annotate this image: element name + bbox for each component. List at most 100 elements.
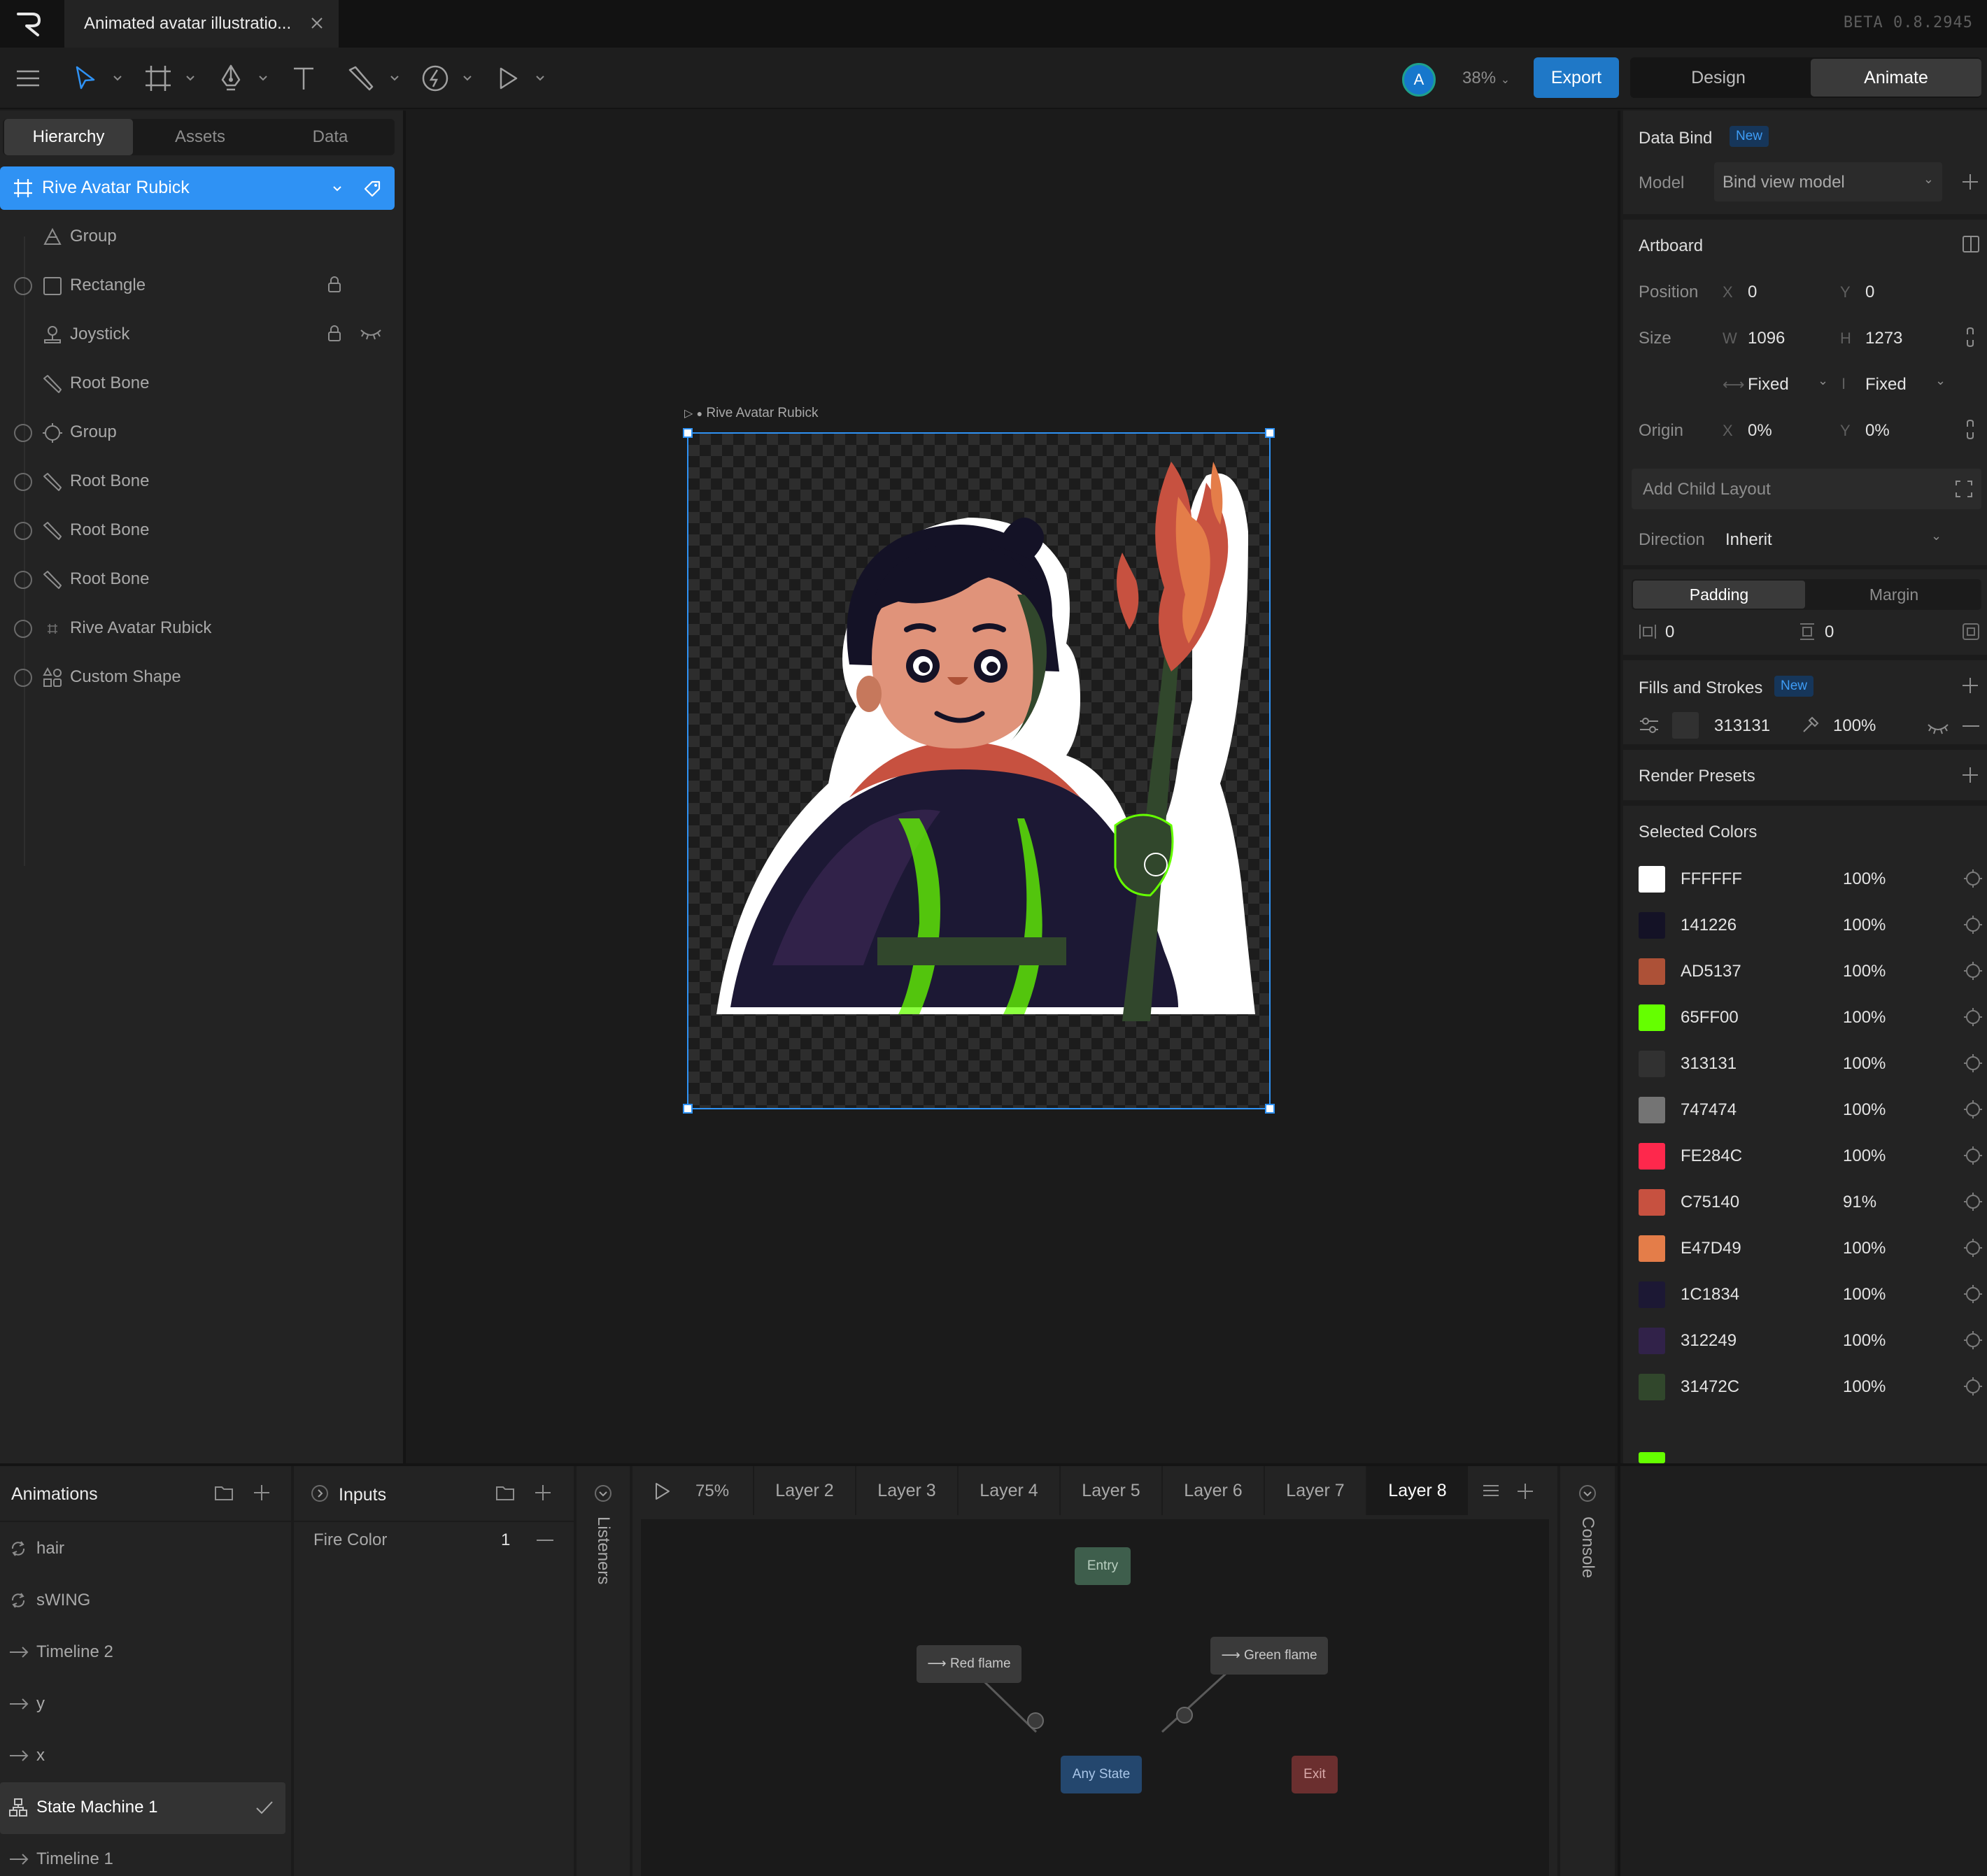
model-select[interactable]: Bind view model ⌄ xyxy=(1714,162,1942,201)
selected-color-row[interactable]: 31472C 100% xyxy=(1623,1364,1987,1410)
adjust-icon[interactable] xyxy=(1639,716,1660,734)
target-icon[interactable] xyxy=(1963,1007,1983,1027)
color-swatch[interactable] xyxy=(1639,866,1665,893)
origin-y-input[interactable]: 0% xyxy=(1865,421,1890,441)
add-icon[interactable] xyxy=(1960,765,1980,785)
color-swatch[interactable] xyxy=(1639,1189,1665,1216)
color-hex[interactable]: 312249 xyxy=(1681,1331,1737,1351)
expand-toggle[interactable] xyxy=(14,620,32,638)
rive-logo-icon[interactable] xyxy=(14,10,45,38)
expand-toggle[interactable] xyxy=(14,473,32,491)
chevron-down-icon[interactable] xyxy=(332,183,343,194)
color-hex[interactable]: E47D49 xyxy=(1681,1239,1741,1258)
expand-toggle[interactable] xyxy=(14,424,32,442)
target-icon[interactable] xyxy=(1963,915,1983,935)
hierarchy-item[interactable]: Root Bone xyxy=(0,457,395,506)
expand-toggle[interactable] xyxy=(14,571,32,589)
lock-icon[interactable] xyxy=(326,325,343,343)
color-opacity[interactable]: 100% xyxy=(1843,869,1886,889)
selected-color-row[interactable]: FE284C 100% xyxy=(1623,1133,1987,1179)
event-tool-icon[interactable] xyxy=(420,63,451,94)
color-hex[interactable]: 747474 xyxy=(1681,1100,1737,1120)
selected-color-row[interactable]: FFFFFF 100% xyxy=(1623,856,1987,902)
entry-node[interactable]: Entry xyxy=(1075,1547,1131,1585)
resize-handle[interactable] xyxy=(1265,428,1275,438)
color-opacity[interactable]: 100% xyxy=(1843,1008,1886,1028)
color-opacity[interactable]: 100% xyxy=(1843,1239,1886,1258)
selected-color-row[interactable]: AD5137 100% xyxy=(1623,948,1987,995)
color-hex[interactable]: FE284C xyxy=(1681,1146,1742,1166)
color-swatch[interactable] xyxy=(1639,1374,1665,1400)
color-opacity[interactable]: 100% xyxy=(1843,1146,1886,1166)
selected-color-row[interactable]: C75140 91% xyxy=(1623,1179,1987,1225)
color-swatch[interactable] xyxy=(1639,1143,1665,1170)
fill-opacity-input[interactable]: 100% xyxy=(1833,716,1876,736)
tab-assets[interactable]: Assets xyxy=(136,119,264,155)
folder-icon[interactable] xyxy=(495,1484,515,1501)
target-icon[interactable] xyxy=(1963,1192,1983,1211)
padding-individual-icon[interactable] xyxy=(1962,623,1980,641)
hierarchy-item[interactable]: Rectangle xyxy=(0,262,395,311)
exit-node[interactable]: Exit xyxy=(1292,1756,1338,1793)
resize-handle[interactable] xyxy=(683,1104,693,1114)
padding-vertical-input[interactable]: 0 xyxy=(1825,623,1834,642)
export-button[interactable]: Export xyxy=(1534,57,1619,98)
hierarchy-item[interactable]: Joystick xyxy=(0,311,395,360)
width-input[interactable]: 1096 xyxy=(1748,329,1785,348)
target-icon[interactable] xyxy=(1963,1377,1983,1396)
eyedropper-icon[interactable] xyxy=(1801,716,1819,734)
artboard-tool-icon[interactable] xyxy=(143,63,174,94)
expand-toggle[interactable] xyxy=(14,669,32,687)
remove-icon[interactable] xyxy=(536,1539,554,1542)
hierarchy-item[interactable]: Root Bone xyxy=(0,506,395,555)
hierarchy-item[interactable]: Root Bone xyxy=(0,360,395,408)
tab-layer-6[interactable]: Layer 6 xyxy=(1161,1466,1264,1515)
tab-layer-3[interactable]: Layer 3 xyxy=(855,1466,957,1515)
chevron-right-icon[interactable] xyxy=(311,1484,329,1502)
position-x-input[interactable]: 0 xyxy=(1748,283,1757,302)
chevron-down-icon[interactable] xyxy=(257,73,269,84)
chevron-down-icon[interactable]: ⌄ xyxy=(1818,374,1828,388)
hidden-eye-icon[interactable] xyxy=(1927,720,1949,736)
link-icon[interactable] xyxy=(1965,326,1976,348)
target-icon[interactable] xyxy=(1963,1238,1983,1258)
color-opacity[interactable]: 100% xyxy=(1843,1377,1886,1397)
animation-item[interactable]: Timeline 2 xyxy=(0,1627,291,1679)
tab-layer-2[interactable]: Layer 2 xyxy=(753,1466,855,1515)
tab-layer-7[interactable]: Layer 7 xyxy=(1264,1466,1366,1515)
selected-color-row[interactable]: 747474 100% xyxy=(1623,1087,1987,1133)
height-input[interactable]: 1273 xyxy=(1865,329,1902,348)
selected-color-row[interactable]: 312249 100% xyxy=(1623,1318,1987,1364)
color-opacity[interactable]: 100% xyxy=(1843,1331,1886,1351)
artboard-title[interactable]: ▷ ● Rive Avatar Rubick xyxy=(684,406,819,421)
origin-x-input[interactable]: 0% xyxy=(1748,421,1772,441)
chevron-down-icon[interactable]: ⌄ xyxy=(1935,374,1946,388)
selected-color-row[interactable]: 313131 100% xyxy=(1623,1041,1987,1087)
hierarchy-item[interactable]: Rive Avatar Rubick xyxy=(0,604,395,653)
tab-layer-4[interactable]: Layer 4 xyxy=(957,1466,1059,1515)
padding-horizontal-input[interactable]: 0 xyxy=(1665,623,1674,642)
console-panel[interactable]: Console xyxy=(1560,1466,1615,1876)
color-opacity[interactable]: 100% xyxy=(1843,1285,1886,1305)
zoom-dropdown[interactable]: 38% ⌄ xyxy=(1462,69,1510,88)
color-opacity[interactable]: 100% xyxy=(1843,916,1886,935)
user-avatar[interactable]: A xyxy=(1402,63,1436,97)
resize-handle[interactable] xyxy=(683,428,693,438)
color-swatch[interactable] xyxy=(1639,1051,1665,1077)
target-icon[interactable] xyxy=(1963,1100,1983,1119)
state-machine-graph[interactable]: Entry ⟶ Red flame ⟶ Green flame Any Stat… xyxy=(641,1519,1549,1876)
add-icon[interactable] xyxy=(1515,1481,1535,1501)
link-icon[interactable] xyxy=(1965,418,1976,441)
lock-icon[interactable] xyxy=(326,276,343,294)
color-opacity[interactable]: 100% xyxy=(1843,962,1886,981)
layout-panel-icon[interactable] xyxy=(1962,235,1980,253)
color-hex[interactable]: 141226 xyxy=(1681,916,1737,935)
color-swatch[interactable] xyxy=(1639,1281,1665,1308)
add-icon[interactable] xyxy=(1960,676,1980,695)
hierarchy-item[interactable]: Group xyxy=(0,408,395,457)
red-flame-node[interactable]: ⟶ Red flame xyxy=(917,1645,1021,1683)
document-tab[interactable]: Animated avatar illustratio... xyxy=(64,0,339,48)
color-hex[interactable]: AD5137 xyxy=(1681,962,1741,981)
design-mode-button[interactable]: Design xyxy=(1630,57,1806,98)
color-hex[interactable]: 65FF00 xyxy=(1681,1008,1739,1028)
